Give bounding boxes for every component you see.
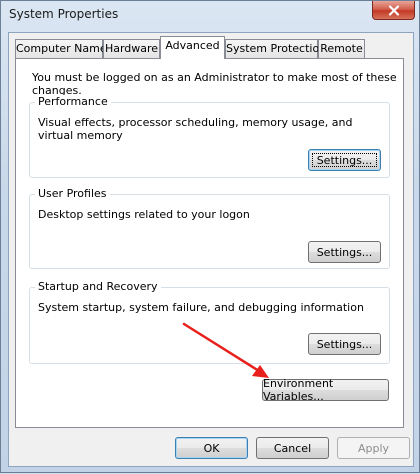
- button-label: Settings...: [316, 337, 373, 351]
- startup-recovery-settings-button[interactable]: Settings...: [308, 333, 381, 355]
- tab-computer-name[interactable]: Computer Name: [15, 39, 107, 58]
- environment-variables-button[interactable]: Environment Variables...: [262, 377, 389, 403]
- button-label: Cancel: [273, 441, 312, 455]
- startup-recovery-group: Startup and Recovery System startup, sys…: [29, 280, 390, 364]
- performance-label: Performance: [35, 95, 111, 108]
- performance-settings-button[interactable]: Settings...: [308, 149, 381, 171]
- user-profiles-description: Desktop settings related to your logon: [38, 208, 250, 221]
- tab-remote[interactable]: Remote: [318, 39, 365, 58]
- tab-label: Advanced: [165, 39, 220, 52]
- tab-system-protection[interactable]: System Protection: [225, 39, 326, 58]
- button-label: OK: [203, 441, 220, 455]
- performance-description: Visual effects, processor scheduling, me…: [38, 116, 353, 142]
- window-title: System Properties: [9, 7, 119, 21]
- tab-label: System Protection: [226, 42, 327, 55]
- button-label: Settings...: [316, 245, 373, 259]
- close-icon: [388, 4, 399, 16]
- tab-advanced[interactable]: Advanced: [160, 36, 225, 59]
- tab-hardware[interactable]: Hardware: [103, 39, 160, 58]
- system-properties-window: System Properties Computer Name Hardware…: [0, 0, 420, 473]
- tab-label: Remote: [320, 42, 363, 55]
- user-profiles-settings-button[interactable]: Settings...: [308, 241, 381, 263]
- apply-button[interactable]: Apply: [337, 437, 410, 459]
- startup-recovery-description: System startup, system failure, and debu…: [38, 301, 364, 314]
- user-profiles-group: User Profiles Desktop settings related t…: [29, 187, 390, 269]
- tab-label: Hardware: [104, 42, 159, 55]
- focus-ring: [312, 153, 377, 167]
- close-button[interactable]: [372, 1, 415, 20]
- performance-group: Performance Visual effects, processor sc…: [29, 95, 390, 178]
- button-label: Environment Variables...: [263, 377, 334, 403]
- tab-label: Computer Name: [16, 42, 107, 55]
- button-label: Apply: [357, 441, 390, 455]
- admin-note: You must be logged on as an Administrato…: [32, 71, 397, 97]
- startup-recovery-label: Startup and Recovery: [35, 280, 161, 293]
- ok-button[interactable]: OK: [175, 437, 248, 459]
- user-profiles-label: User Profiles: [35, 187, 110, 200]
- cancel-button[interactable]: Cancel: [256, 437, 329, 459]
